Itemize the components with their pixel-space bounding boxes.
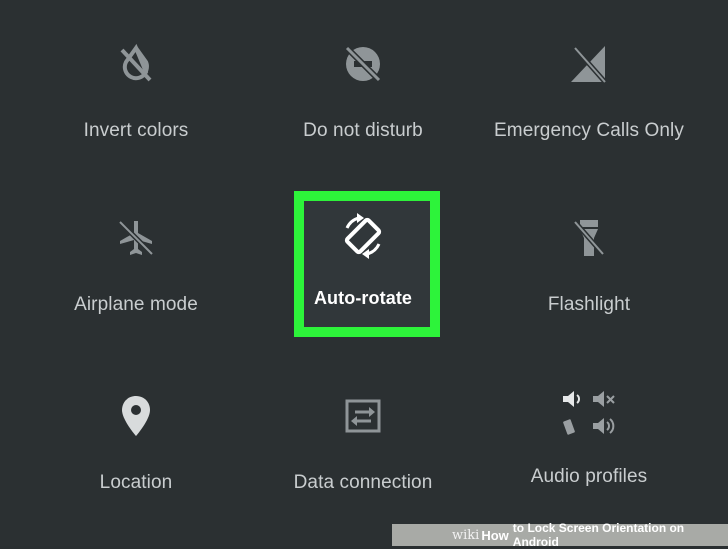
audio-profiles-icon [559,388,619,442]
tile-label: Auto-rotate [313,288,413,308]
tile-label: Location [99,472,173,493]
tile-label: Invert colors [83,120,189,141]
tile-label: Do not disturb [303,120,423,141]
tile-audio-profiles[interactable]: Audio profiles [489,388,689,518]
tile-label: Flashlight [547,294,631,315]
wikihow-watermark: wiki How to Lock Screen Orientation on A… [392,521,728,549]
tile-label: Data connection [293,472,433,493]
airplane-icon [110,212,162,264]
tile-invert-colors[interactable]: Invert colors [36,38,236,168]
tile-flashlight[interactable]: Flashlight [489,212,689,342]
quick-settings-panel: Invert colors Do not disturb Emergency C… [0,0,728,549]
flashlight-icon [563,212,615,264]
tile-location[interactable]: Location [36,390,236,520]
watermark-wiki: wiki [452,527,480,543]
tile-label: Emergency Calls Only [494,120,684,141]
do-not-disturb-off-icon [337,38,389,90]
location-pin-icon [110,390,162,442]
invert-colors-off-icon [110,38,162,90]
watermark-title: to Lock Screen Orientation on Android [512,521,685,549]
tile-auto-rotate[interactable]: Auto-rotate [263,210,463,340]
tile-do-not-disturb[interactable]: Do not disturb [263,38,463,168]
data-transfer-icon [337,390,389,442]
auto-rotate-icon [337,210,389,262]
tile-label: Airplane mode [74,294,198,315]
tile-emergency-calls[interactable]: Emergency Calls Only [489,38,689,168]
no-signal-icon [563,38,615,90]
tile-airplane-mode[interactable]: Airplane mode [36,212,236,342]
tile-data-connection[interactable]: Data connection [263,390,463,520]
tile-label: Audio profiles [530,466,648,487]
watermark-how: How [481,527,509,543]
